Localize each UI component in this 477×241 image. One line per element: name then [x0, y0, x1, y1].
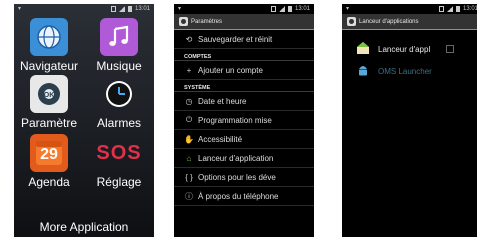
status-bar: ▾ 13:01 — [174, 4, 314, 14]
settings-item[interactable]: ⟲ Sauvegarder et réinit — [174, 30, 314, 49]
notification-icon: ▾ — [178, 6, 182, 12]
settings-item[interactable]: ◷ Date et heure — [174, 92, 314, 111]
app-navigateur[interactable]: Navigateur — [14, 18, 84, 73]
add-icon: + — [186, 65, 192, 75]
developer-icon: { } — [185, 172, 193, 182]
signal-icon — [278, 6, 285, 12]
sim-icon — [438, 6, 444, 12]
app-musique[interactable]: Musique — [84, 18, 154, 73]
settings-item-label: Lanceur d'application — [198, 153, 274, 163]
accessibility-icon: ✋ — [184, 134, 194, 144]
settings-item-label: Date et heure — [198, 96, 247, 106]
settings-item-label: Programmation mise — [198, 115, 272, 125]
settings-icon — [179, 17, 188, 26]
settings-item[interactable]: ⏻ Programmation mise — [174, 111, 314, 130]
more-application-button[interactable]: More Application — [14, 220, 154, 234]
status-bar: ▾ 13:01 — [342, 4, 477, 14]
page-title: Paramètres — [191, 18, 223, 25]
status-bar: ▾ 13:01 — [14, 4, 154, 14]
notification-icon: ▾ — [346, 6, 350, 12]
settings-screen: ▾ 13:01 Paramètres ⟲ Sauvegarder et réini… — [174, 4, 314, 237]
app-label: Paramètre — [20, 116, 78, 130]
launcher-option[interactable]: OMS Launcher — [342, 60, 477, 82]
app-param-tre[interactable]: OK Paramètre — [14, 75, 84, 130]
info-icon: ⓘ — [185, 191, 193, 201]
sim-icon — [110, 6, 116, 12]
launcher-titlebar: Lanceur d'applications — [342, 14, 477, 30]
settings-list: ⟲ Sauvegarder et réinit COMPTES + Ajouter un… — [174, 30, 314, 206]
settings-item[interactable]: ✋ Accessibilité — [174, 130, 314, 149]
section-header: COMPTES — [174, 49, 314, 61]
app-label: Agenda — [28, 175, 70, 189]
settings-item-label: Sauvegarder et réinit — [198, 34, 273, 44]
home-icon — [356, 41, 370, 57]
page-title: Lanceur d'applications — [359, 18, 419, 25]
status-time: 13:01 — [134, 6, 150, 12]
notification-icon: ▾ — [18, 6, 22, 12]
launcher-chooser-screen: ▾ 13:01 Lanceur d'applications Lanceur d… — [342, 4, 477, 237]
app-label: Réglage — [96, 175, 142, 189]
sim-icon — [270, 6, 276, 12]
section-header: SYSTÈME — [174, 80, 314, 92]
settings-item-label: À propos du téléphone — [198, 191, 279, 201]
battery-icon — [455, 6, 460, 12]
status-time: 13:01 — [294, 6, 310, 12]
backup-icon: ⟲ — [185, 34, 193, 44]
app-label: Navigateur — [19, 59, 79, 73]
clock-icon — [100, 75, 138, 113]
launcher-options: Lanceur d'appl OMS Launcher — [342, 30, 477, 82]
calendar-day: 29 — [40, 146, 58, 163]
launcher-option[interactable]: Lanceur d'appl — [342, 38, 477, 60]
signal-icon — [118, 6, 125, 12]
battery-icon — [127, 6, 132, 12]
signal-icon — [446, 6, 453, 12]
svg-text:OK: OK — [44, 92, 55, 99]
clock-icon: ◷ — [185, 96, 193, 106]
app-agenda[interactable]: 29 Agenda — [14, 134, 84, 189]
settings-item-label: Accessibilité — [198, 134, 243, 144]
settings-titlebar: Paramètres — [174, 14, 314, 30]
default-checkbox[interactable] — [446, 45, 455, 53]
globe-icon — [30, 18, 68, 56]
android-icon — [356, 63, 370, 79]
status-time: 13:01 — [462, 6, 477, 12]
music-note-icon — [100, 18, 138, 56]
app-r-glage[interactable]: SOS Réglage — [84, 134, 154, 190]
settings-item[interactable]: ⌂ Lanceur d'application — [174, 149, 314, 168]
schedule-icon: ⏻ — [185, 115, 193, 124]
launcher-screen: ▾ 13:01 Navigateur Musique OK Paramètre Alar… — [14, 4, 154, 237]
sos-icon: SOS — [96, 134, 140, 172]
settings-item-label: Options pour les déve — [198, 172, 276, 182]
home-icon: ⌂ — [186, 153, 192, 163]
app-label: Alarmes — [96, 116, 141, 130]
sos-badge: SOS — [96, 141, 142, 164]
battery-icon — [287, 6, 292, 12]
settings-item[interactable]: { } Options pour les déve — [174, 168, 314, 187]
settings-item[interactable]: + Ajouter un compte — [174, 61, 314, 80]
app-label: Musique — [96, 59, 142, 73]
settings-icon — [347, 17, 356, 26]
settings-icon: OK — [30, 75, 68, 113]
launcher-option-label: Lanceur d'appl — [378, 44, 431, 54]
launcher-option-label: OMS Launcher — [378, 66, 432, 76]
settings-item-label: Ajouter un compte — [198, 65, 263, 75]
calendar-icon: 29 — [30, 134, 68, 172]
settings-item[interactable]: ⓘ À propos du téléphone — [174, 187, 314, 206]
app-alarmes[interactable]: Alarmes — [84, 75, 154, 130]
